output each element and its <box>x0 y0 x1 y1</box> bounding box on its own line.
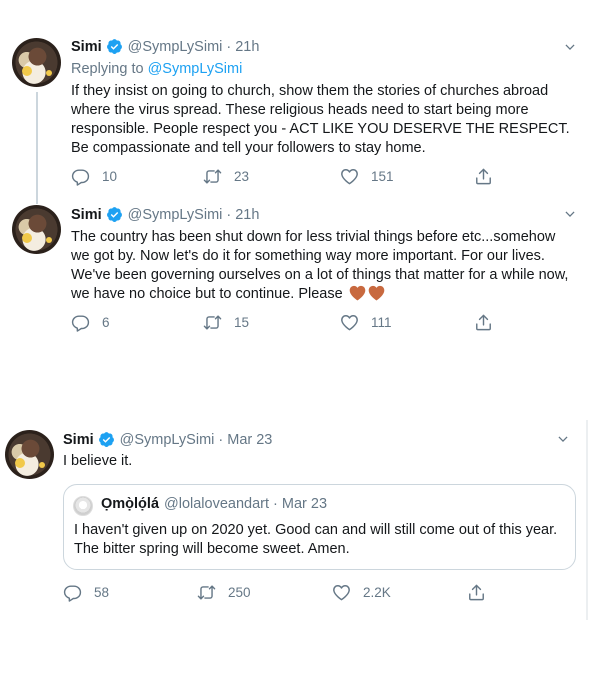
thread-line <box>36 92 38 204</box>
reply-count: 6 <box>102 315 110 330</box>
tweet-2[interactable]: Simi @SympLySimi · 21h The country has b… <box>0 200 600 350</box>
share-icon <box>474 313 493 332</box>
separator-dot: · <box>226 38 232 55</box>
brown-heart-icon <box>368 285 385 301</box>
quoted-author-handle: @lolaloveandart <box>164 496 270 512</box>
quoted-avatar <box>73 496 93 516</box>
share-button[interactable] <box>474 167 493 186</box>
like-icon <box>340 313 359 332</box>
reply-count: 10 <box>102 169 118 184</box>
tweet-text: I believe it. <box>63 453 133 469</box>
like-count: 151 <box>371 169 394 184</box>
quoted-text: I haven't given up on 2020 yet. Good can… <box>74 522 558 557</box>
retweet-icon <box>203 167 222 186</box>
retweet-icon <box>197 583 216 602</box>
reply-button[interactable]: 6 <box>71 313 110 332</box>
tweet-text: If they insist on going to church, show … <box>71 83 570 156</box>
author-name[interactable]: Simi <box>63 432 94 448</box>
retweet-button[interactable]: 23 <box>203 167 249 186</box>
replying-to-label: Replying to <box>71 61 144 77</box>
separator-dot: · <box>273 496 278 512</box>
reply-button[interactable]: 10 <box>71 167 117 186</box>
retweet-icon <box>203 313 222 332</box>
reply-count: 58 <box>94 585 110 600</box>
avatar[interactable] <box>5 430 54 479</box>
quoted-timestamp: Mar 23 <box>281 496 328 512</box>
timestamp[interactable]: Mar 23 <box>227 432 272 448</box>
verified-badge-icon <box>106 206 123 223</box>
tweet-3[interactable]: Simi @SympLySimi · Mar 23 I believe it. … <box>0 420 600 620</box>
author-name[interactable]: Simi <box>71 207 102 223</box>
retweet-count: 250 <box>228 585 251 600</box>
separator-dot: · <box>226 206 232 223</box>
like-button[interactable]: 151 <box>340 167 394 186</box>
avatar[interactable] <box>12 205 61 254</box>
share-button[interactable] <box>474 313 493 332</box>
avatar[interactable] <box>12 38 61 87</box>
retweet-button[interactable]: 15 <box>203 313 249 332</box>
retweet-count: 15 <box>234 315 250 330</box>
quoted-author-name: Ọmọ̀lọ́lá <box>101 496 160 512</box>
verified-badge-icon <box>98 431 115 448</box>
tweet-header: Simi @SympLySimi · 21h <box>71 38 259 55</box>
reply-icon <box>71 313 90 332</box>
separator-dot: · <box>218 431 224 448</box>
chevron-down-icon[interactable] <box>563 207 577 221</box>
chevron-down-icon[interactable] <box>563 40 577 54</box>
tweet-text-content: The country has been shut down for less … <box>71 229 569 302</box>
tweet-header: Simi @SympLySimi · Mar 23 <box>63 431 272 448</box>
tweet-1[interactable]: Simi @SympLySimi · 21h Replying to @Symp… <box>0 0 600 204</box>
author-handle[interactable]: @SympLySimi <box>128 39 223 55</box>
share-button[interactable] <box>467 583 486 602</box>
reply-icon <box>63 583 82 602</box>
share-icon <box>474 167 493 186</box>
replying-to-link[interactable]: @SympLySimi <box>148 61 243 77</box>
like-count: 2.2K <box>363 585 391 600</box>
like-icon <box>340 167 359 186</box>
like-button[interactable]: 2.2K <box>332 583 391 602</box>
share-icon <box>467 583 486 602</box>
reply-button[interactable]: 58 <box>63 583 109 602</box>
brown-heart-icon <box>349 285 366 301</box>
like-count: 111 <box>371 315 392 330</box>
author-handle[interactable]: @SympLySimi <box>128 207 223 223</box>
reply-icon <box>71 167 90 186</box>
retweet-count: 23 <box>234 169 250 184</box>
author-handle[interactable]: @SympLySimi <box>120 432 215 448</box>
author-name[interactable]: Simi <box>71 39 102 55</box>
like-button[interactable]: 111 <box>340 313 392 332</box>
replying-to: Replying to @SympLySimi <box>71 61 242 77</box>
timestamp[interactable]: 21h <box>235 207 259 223</box>
retweet-button[interactable]: 250 <box>197 583 251 602</box>
timestamp[interactable]: 21h <box>235 39 259 55</box>
tweet-text: The country has been shut down for less … <box>71 228 576 304</box>
verified-badge-icon <box>106 38 123 55</box>
quoted-header: Ọmọ̀lọ́lá @lolaloveandart · Mar 23 <box>101 496 327 512</box>
like-icon <box>332 583 351 602</box>
quoted-tweet[interactable]: Ọmọ̀lọ́lá @lolaloveandart · Mar 23 I hav… <box>63 484 576 570</box>
chevron-down-icon[interactable] <box>556 432 570 446</box>
tweet-header: Simi @SympLySimi · 21h <box>71 206 259 223</box>
